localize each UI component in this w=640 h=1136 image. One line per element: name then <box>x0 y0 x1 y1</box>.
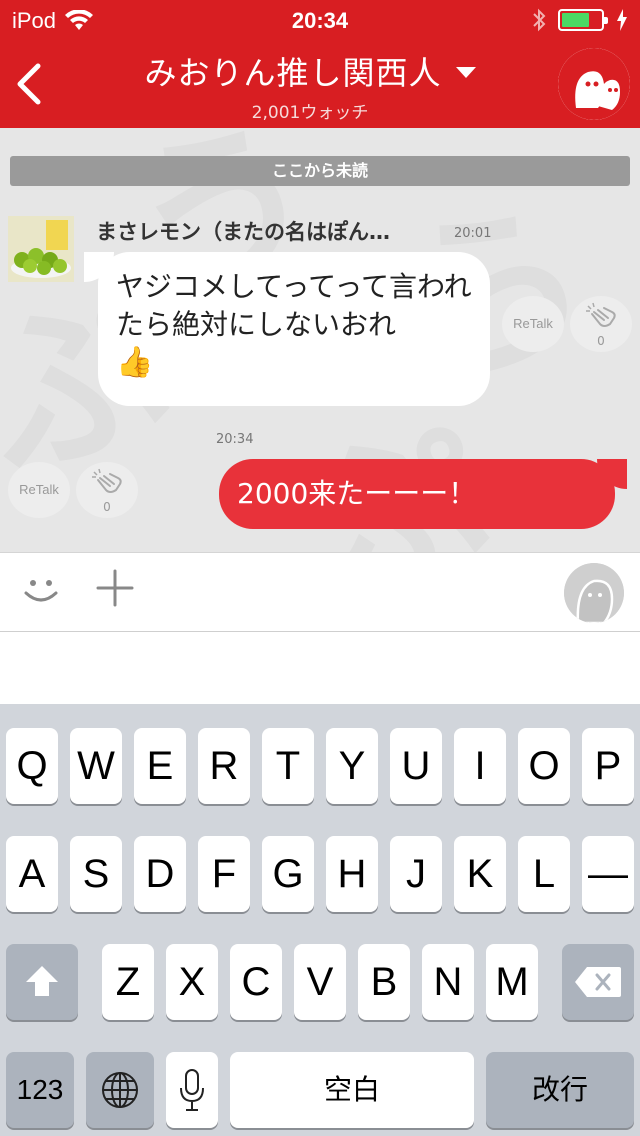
key-i[interactable]: I <box>454 728 506 804</box>
shift-key[interactable] <box>6 944 78 1020</box>
key-t[interactable]: T <box>262 728 314 804</box>
battery-level <box>562 13 590 27</box>
clap-icon <box>586 302 616 327</box>
charging-bolt-icon <box>617 9 627 31</box>
clap-icon <box>92 468 122 493</box>
globe-icon <box>102 1072 138 1108</box>
retalk-button[interactable]: ReTalk <box>8 462 70 518</box>
plus-icon[interactable] <box>96 569 134 607</box>
lemon-photo <box>8 216 74 282</box>
key-u[interactable]: U <box>390 728 442 804</box>
key-p[interactable]: P <box>582 728 634 804</box>
message-text: ヤジコメしてってって言われたら絶対にしないおれ <box>116 270 472 341</box>
key-j[interactable]: J <box>390 836 442 912</box>
key-q[interactable]: Q <box>6 728 58 804</box>
key-m[interactable]: M <box>486 944 538 1020</box>
page-title-text: みおりん推し関西人 <box>144 54 442 92</box>
message-time: 20:01 <box>454 226 492 241</box>
key-g[interactable]: G <box>262 836 314 912</box>
key-z[interactable]: Z <box>102 944 154 1020</box>
key-dash[interactable]: — <box>582 836 634 912</box>
message-text: 2000来たーーー！ <box>237 477 477 510</box>
chat-area[interactable]: ぷ ら ぷ う ここから未読 まさレモン（またの名はぽん… 20:01 ヤジコメ… <box>0 128 640 552</box>
sender-avatar[interactable] <box>8 216 74 282</box>
message-input[interactable] <box>0 632 640 704</box>
watch-count: 2,001ウォッチ <box>251 103 369 123</box>
key-c[interactable]: C <box>230 944 282 1020</box>
key-b[interactable]: B <box>358 944 410 1020</box>
composer-toolbar <box>0 552 640 632</box>
backspace-icon <box>575 967 621 997</box>
bluetooth-icon <box>533 8 546 32</box>
sender-name: まさレモン（またの名はぽん… <box>96 220 390 244</box>
app-header: iPod 20:34 みおりん推し関西人 2,001ウォッチ <box>0 0 640 128</box>
unread-divider: ここから未読 <box>10 156 630 186</box>
page-title[interactable]: みおりん推し関西人 <box>144 48 476 94</box>
thumbs-up-emoji: 👍 <box>116 345 154 380</box>
delete-key[interactable] <box>562 944 634 1020</box>
key-v[interactable]: V <box>294 944 346 1020</box>
key-h[interactable]: H <box>326 836 378 912</box>
battery-icon <box>558 9 608 31</box>
status-bar: iPod 20:34 <box>0 0 640 40</box>
default-avatar-icon[interactable] <box>564 563 624 623</box>
chevron-down-icon <box>455 66 476 78</box>
key-d[interactable]: D <box>134 836 186 912</box>
numbers-key[interactable]: 123 <box>6 1052 74 1128</box>
outgoing-message-bubble[interactable]: 2000来たーーー！ <box>219 459 627 529</box>
retalk-button[interactable]: ReTalk <box>502 296 564 352</box>
message-time: 20:34 <box>216 432 254 447</box>
key-s[interactable]: S <box>70 836 122 912</box>
microphone-icon <box>180 1069 204 1111</box>
key-k[interactable]: K <box>454 836 506 912</box>
dictation-key[interactable] <box>166 1052 218 1128</box>
key-w[interactable]: W <box>70 728 122 804</box>
status-right <box>532 8 628 32</box>
keyboard: Q W E R T Y U I O P A S D F G H J K L — … <box>0 704 640 1136</box>
smiley-icon[interactable] <box>20 569 62 611</box>
key-f[interactable]: F <box>198 836 250 912</box>
clap-count: 0 <box>103 500 111 514</box>
shift-arrow-icon <box>26 966 58 996</box>
room-avatar[interactable] <box>558 48 630 120</box>
return-key[interactable]: 改行 <box>486 1052 634 1128</box>
title-area[interactable]: みおりん推し関西人 2,001ウォッチ <box>100 48 520 123</box>
key-r[interactable]: R <box>198 728 250 804</box>
space-key[interactable]: 空白 <box>230 1052 474 1128</box>
clap-count: 0 <box>597 334 605 348</box>
incoming-message-bubble[interactable]: ヤジコメしてってって言われたら絶対にしないおれ 👍 <box>84 252 490 406</box>
clap-button[interactable]: 0 <box>76 462 138 518</box>
key-l[interactable]: L <box>518 836 570 912</box>
key-x[interactable]: X <box>166 944 218 1020</box>
clap-button[interactable]: 0 <box>570 296 632 352</box>
key-o[interactable]: O <box>518 728 570 804</box>
globe-key[interactable] <box>86 1052 154 1128</box>
chevron-left-icon[interactable] <box>14 62 44 106</box>
key-e[interactable]: E <box>134 728 186 804</box>
key-y[interactable]: Y <box>326 728 378 804</box>
key-n[interactable]: N <box>422 944 474 1020</box>
ghost-icon <box>558 48 630 120</box>
key-a[interactable]: A <box>6 836 58 912</box>
